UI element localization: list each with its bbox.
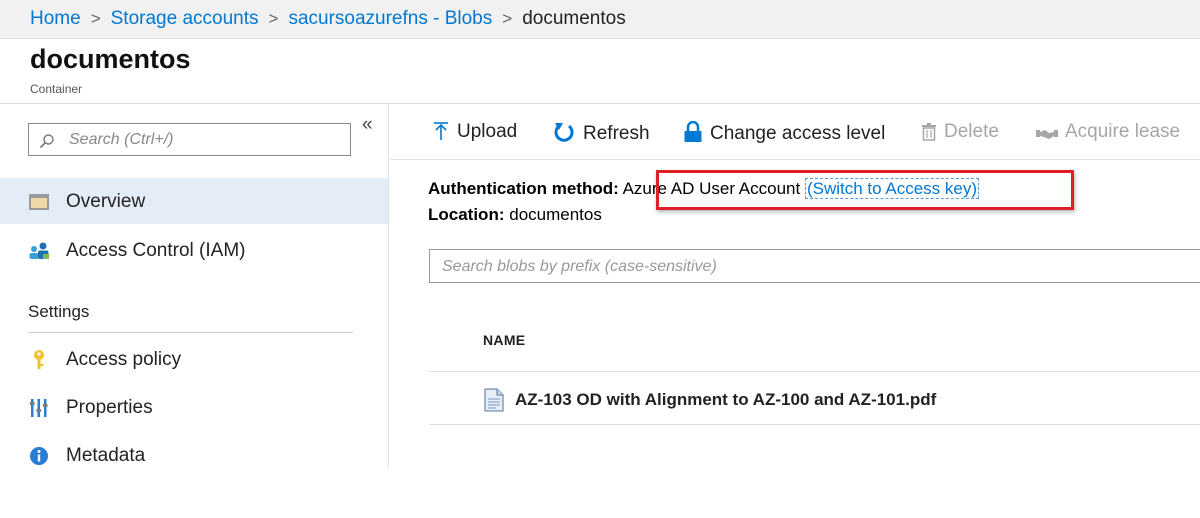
breadcrumb-separator: > (90, 9, 101, 28)
sidebar-item-metadata[interactable]: Metadata (0, 432, 388, 478)
location-label: Location: (428, 205, 505, 224)
breadcrumb-storage-accounts-link[interactable]: Storage accounts (111, 8, 259, 29)
sidebar-item-properties[interactable]: Properties (0, 384, 388, 430)
breadcrumb: Home > Storage accounts > sacursoazurefns - … (0, 0, 1200, 39)
upload-icon (434, 122, 448, 140)
column-header-name[interactable]: NAME (483, 332, 525, 348)
table-divider (429, 424, 1200, 425)
sidebar-item-label: Metadata (66, 445, 146, 466)
search-icon (39, 134, 54, 149)
sidebar-search-box[interactable] (28, 123, 351, 156)
refresh-button[interactable]: Refresh (552, 121, 650, 145)
document-icon (484, 388, 504, 412)
table-row[interactable]: AZ-103 OD with Alignment to AZ-100 and A… (429, 372, 1200, 424)
settings-heading: Settings (28, 302, 90, 321)
breadcrumb-separator: > (268, 9, 279, 28)
upload-label: Upload (457, 121, 518, 142)
page-title: documentos (30, 44, 191, 74)
change-access-level-label: Change access level (710, 123, 886, 144)
sidebar-item-label: Overview (66, 191, 146, 212)
refresh-icon (554, 123, 574, 142)
sidebar-item-label: Properties (66, 397, 153, 418)
lock-icon (684, 120, 702, 142)
location-value: documentos (509, 205, 602, 224)
authentication-method-label: Authentication method: (428, 179, 619, 198)
blob-search-input[interactable] (442, 255, 1142, 279)
header-divider (0, 103, 1200, 104)
sidebar-item-access-policy[interactable]: Access policy (0, 336, 388, 382)
refresh-label: Refresh (583, 123, 650, 144)
trash-icon (922, 123, 936, 141)
blob-name: AZ-103 OD with Alignment to AZ-100 and A… (515, 390, 937, 409)
sidebar-divider (388, 104, 389, 468)
page-subtitle: Container (30, 82, 83, 96)
acquire-lease-button[interactable]: Acquire lease (1036, 121, 1180, 143)
key-icon (34, 350, 44, 369)
blob-search-box[interactable] (429, 249, 1200, 283)
highlight-box (656, 170, 1074, 210)
sidebar-item-label: Access policy (66, 349, 182, 370)
delete-label: Delete (944, 121, 999, 142)
settings-divider (28, 332, 353, 333)
delete-button[interactable]: Delete (921, 121, 999, 143)
location-line: Location: documentos (428, 205, 602, 225)
upload-button[interactable]: Upload (432, 121, 517, 143)
info-icon (30, 447, 48, 465)
breadcrumb-blobs-link[interactable]: sacursoazurefns - Blobs (288, 8, 492, 29)
collapse-sidebar-button[interactable]: « (362, 114, 373, 136)
breadcrumb-separator: > (502, 9, 513, 28)
people-icon (29, 242, 49, 259)
sidebar-item-label: Access Control (IAM) (66, 240, 246, 261)
breadcrumb-current: documentos (522, 8, 626, 29)
properties-icon (30, 399, 48, 417)
sidebar-item-overview[interactable]: Overview (0, 178, 388, 224)
handshake-icon (1036, 130, 1058, 139)
sidebar-search-input[interactable] (69, 128, 339, 152)
toolbar-divider (390, 159, 1200, 160)
sidebar-item-access-control[interactable]: Access Control (IAM) (0, 227, 388, 273)
breadcrumb-home-link[interactable]: Home (30, 8, 81, 29)
overview-icon (29, 194, 49, 210)
acquire-lease-label: Acquire lease (1065, 121, 1181, 142)
change-access-level-button[interactable]: Change access level (683, 120, 886, 145)
